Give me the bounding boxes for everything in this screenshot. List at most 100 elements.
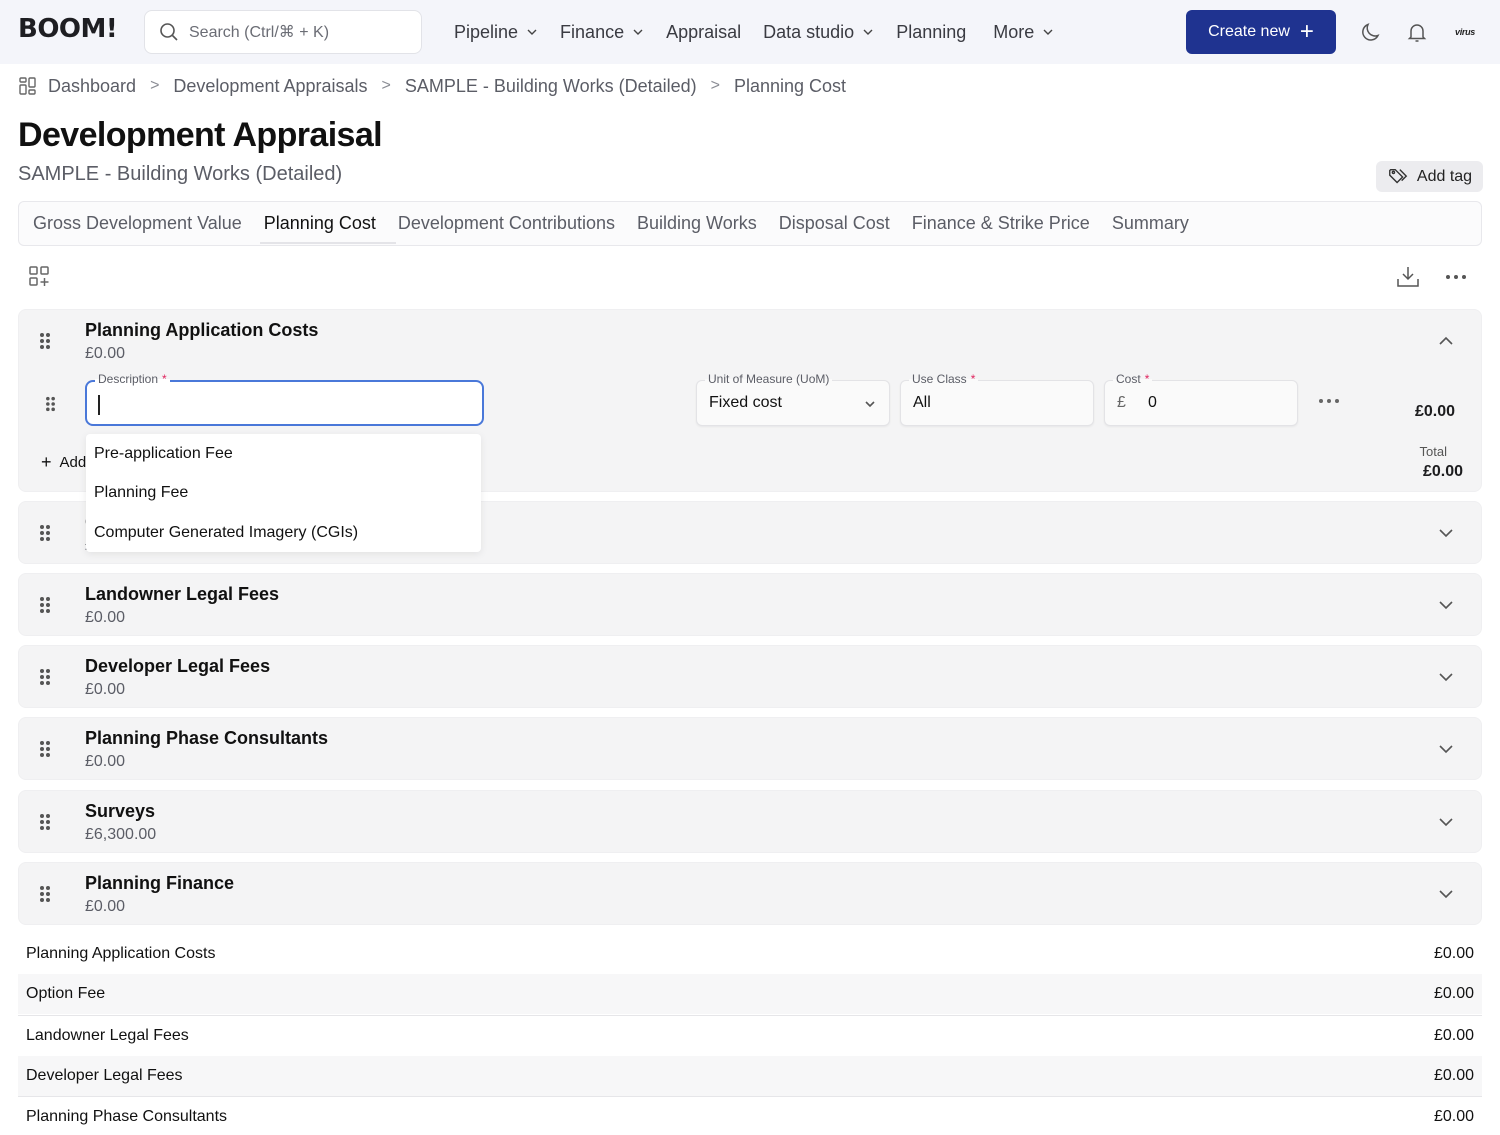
chevron-down-icon: [865, 401, 875, 408]
row-drag-handle-icon[interactable]: [45, 396, 56, 412]
tab-gross-development-value[interactable]: Gross Development Value: [33, 203, 242, 244]
add-row-button[interactable]: + Add: [41, 452, 86, 473]
chevron-down-icon[interactable]: [1437, 524, 1455, 542]
nav-appraisal[interactable]: Appraisal: [666, 22, 741, 43]
nav-planning[interactable]: Planning: [896, 22, 966, 43]
breadcrumb-development-appraisals[interactable]: Development Appraisals: [173, 76, 367, 97]
tab-planning-cost[interactable]: Planning Cost: [259, 203, 396, 244]
drag-handle-icon[interactable]: [39, 813, 51, 831]
dashboard-grid-icon: [19, 77, 36, 95]
chevron-down-icon: [863, 29, 873, 35]
chevron-down-icon[interactable]: [1437, 596, 1455, 614]
drag-handle-icon[interactable]: [39, 740, 51, 758]
download-icon[interactable]: [1395, 264, 1421, 290]
section-title: Planning Application Costs: [85, 320, 319, 340]
section-developer-legal-fees[interactable]: Developer Legal Fees £0.00: [18, 645, 1482, 708]
row-label: Planning Phase Consultants: [26, 1107, 228, 1125]
section-landowner-legal-fees[interactable]: Landowner Legal Fees £0.00: [18, 573, 1482, 636]
section-surveys[interactable]: Surveys £6,300.00: [18, 790, 1482, 853]
add-section-grid-icon[interactable]: [27, 264, 53, 290]
description-field[interactable]: Description *: [85, 372, 484, 426]
drag-handle-icon[interactable]: [39, 332, 51, 350]
tab-finance-strike-price[interactable]: Finance & Strike Price: [912, 203, 1090, 244]
section-title: Planning Phase Consultants: [85, 728, 329, 748]
breadcrumb-dashboard[interactable]: Dashboard: [48, 76, 136, 97]
appraisal-tabs: Gross Development Value Planning Cost De…: [18, 201, 1482, 246]
page-subtitle: SAMPLE - Building Works (Detailed): [18, 163, 343, 185]
use-class-label: Use Class *: [909, 372, 979, 386]
row-value: £0.00: [1433, 985, 1474, 1002]
row-value: £0.00: [1433, 1107, 1474, 1125]
nav-finance[interactable]: Finance: [560, 22, 644, 43]
use-class-value: All: [913, 394, 931, 411]
drag-handle-icon[interactable]: [39, 596, 51, 614]
user-avatar[interactable]: virus: [1444, 18, 1486, 46]
row-total: £0.00: [1414, 403, 1455, 420]
tab-development-contributions[interactable]: Development Contributions: [398, 203, 615, 244]
boom-logo[interactable]: BOOM!: [18, 14, 118, 44]
description-input[interactable]: [97, 392, 467, 416]
section-planning-phase-consultants[interactable]: Planning Phase Consultants £0.00: [18, 717, 1482, 780]
plus-icon: +: [1299, 18, 1314, 45]
add-tag-button[interactable]: Add tag: [1376, 161, 1483, 192]
nav-label: Data studio: [763, 21, 855, 42]
row-value: £0.00: [1433, 1067, 1474, 1084]
section-amount: £6,300.00: [85, 826, 157, 843]
nav-label: More: [993, 21, 1035, 42]
cost-field[interactable]: Cost * £ 0: [1104, 372, 1298, 426]
cost-label: Cost *: [1113, 372, 1153, 386]
text-cursor: [98, 395, 100, 415]
dark-mode-moon-icon[interactable]: [1359, 20, 1383, 44]
row-value: £0.00: [1433, 1026, 1474, 1044]
add-tag-label: Add tag: [1416, 167, 1473, 185]
chevron-right-icon: >: [381, 77, 391, 94]
row-more-options-icon[interactable]: [1317, 394, 1341, 408]
nav-more[interactable]: More: [993, 22, 1054, 43]
row-label: Option Fee: [26, 985, 106, 1002]
dropdown-option[interactable]: Planning Fee: [86, 474, 481, 514]
chevron-down-icon[interactable]: [1437, 740, 1455, 758]
dropdown-option[interactable]: Pre-application Fee: [86, 434, 481, 474]
nav-label: Appraisal: [666, 21, 742, 42]
main-nav: Pipeline Finance Appraisal Data studio P…: [454, 0, 1076, 64]
dropdown-option[interactable]: Computer Generated Imagery (CGIs): [86, 513, 481, 553]
use-class-field[interactable]: Use Class * All: [900, 372, 1094, 426]
drag-handle-icon[interactable]: [39, 668, 51, 686]
nav-label: Planning: [896, 21, 967, 42]
chevron-down-icon: [1043, 29, 1053, 35]
chevron-up-icon[interactable]: [1437, 332, 1455, 350]
tab-disposal-cost[interactable]: Disposal Cost: [779, 203, 890, 244]
drag-handle-icon[interactable]: [39, 885, 51, 903]
table-row: Planning Application Costs £0.00: [18, 934, 1482, 974]
section-title: Developer Legal Fees: [85, 656, 271, 676]
chevron-down-icon[interactable]: [1437, 668, 1455, 686]
table-row: Option Fee £0.00: [18, 974, 1482, 1014]
tab-summary[interactable]: Summary: [1112, 203, 1189, 244]
page-title: Development Appraisal: [18, 116, 383, 154]
section-amount: £0.00: [85, 609, 126, 626]
section-amount: £0.00: [85, 898, 126, 915]
create-new-button[interactable]: Create new +: [1186, 10, 1336, 54]
breadcrumb-appraisal[interactable]: SAMPLE - Building Works (Detailed): [405, 76, 697, 97]
description-suggestions-dropdown: Pre-application Fee Planning Fee Compute…: [86, 434, 481, 552]
more-options-icon[interactable]: [1443, 264, 1469, 290]
section-title: Planning Finance: [85, 873, 235, 893]
section-amount: £0.00: [85, 345, 126, 362]
chevron-right-icon: >: [150, 77, 160, 94]
notifications-bell-icon[interactable]: [1405, 20, 1429, 44]
top-navigation-bar: BOOM! Search (Ctrl/⌘ + K) Pipeline Finan…: [0, 0, 1500, 64]
drag-handle-icon[interactable]: [39, 524, 51, 542]
chevron-down-icon: [633, 29, 643, 35]
tab-building-works[interactable]: Building Works: [637, 203, 757, 244]
breadcrumb-current: Planning Cost: [733, 75, 847, 96]
search-input[interactable]: Search (Ctrl/⌘ + K): [144, 10, 422, 54]
chevron-down-icon[interactable]: [1437, 885, 1455, 903]
chevron-down-icon[interactable]: [1437, 813, 1455, 831]
breadcrumb: Dashboard > Development Appraisals > SAM…: [18, 74, 846, 98]
nav-pipeline[interactable]: Pipeline: [454, 22, 538, 43]
tag-icon: [1388, 168, 1408, 183]
total-label: Total: [1419, 444, 1447, 459]
uom-select[interactable]: Unit of Measure (UoM) Fixed cost: [696, 372, 890, 426]
section-planning-finance[interactable]: Planning Finance £0.00: [18, 862, 1482, 925]
nav-data-studio[interactable]: Data studio: [763, 22, 874, 43]
